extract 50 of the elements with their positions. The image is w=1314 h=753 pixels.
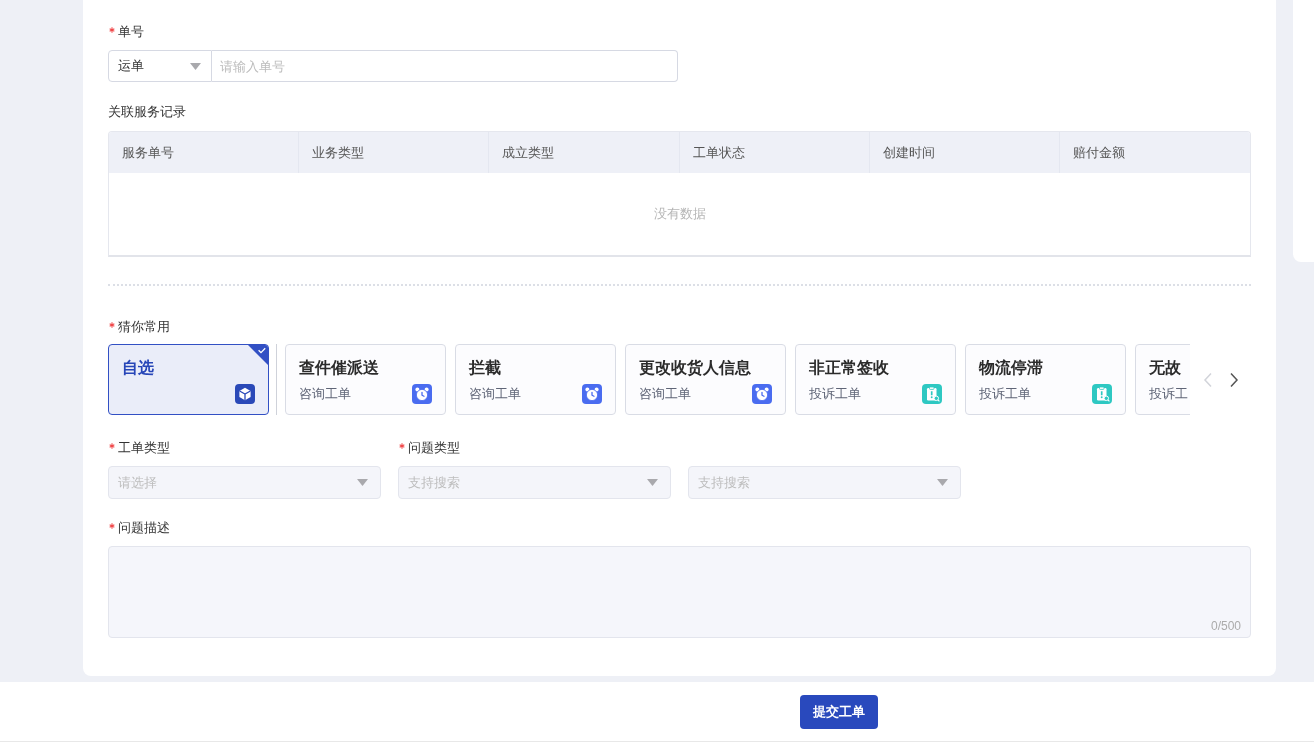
shortcut-card[interactable]: 更改收货人信息 咨询工单 xyxy=(625,344,786,415)
card-subtitle: 咨询工单 xyxy=(469,385,521,403)
card-subtitle: 咨询工单 xyxy=(639,385,691,403)
shortcut-card[interactable]: 查件催派送 咨询工单 xyxy=(285,344,446,415)
card-subtitle: 投诉工单 xyxy=(979,385,1031,403)
card-title: 拦截 xyxy=(469,358,502,378)
card-title: 物流停滞 xyxy=(979,358,1044,378)
shortcut-card[interactable]: 无故 投诉工 xyxy=(1135,344,1190,415)
field-label: 猜你常用 xyxy=(118,318,170,336)
card-subtitle: 咨询工单 xyxy=(299,385,351,403)
alarm-clock-icon xyxy=(752,384,772,404)
empty-table-message: 没有数据 xyxy=(653,205,706,224)
alarm-clock-icon xyxy=(412,384,432,404)
section-title: 关联服务记录 xyxy=(108,103,186,121)
description-field[interactable] xyxy=(108,546,1251,638)
field-label: 单号 xyxy=(118,23,144,41)
caret-icon xyxy=(190,62,201,70)
card-title: 查件催派送 xyxy=(299,358,380,378)
clipboard-alert-icon xyxy=(922,384,942,404)
card-subtitle: 投诉工 xyxy=(1149,385,1188,403)
shortcut-card[interactable]: 物流停滞 投诉工单 xyxy=(965,344,1126,415)
submit-button[interactable]: 提交工单 xyxy=(800,694,878,729)
card-title: 自选 xyxy=(122,358,155,378)
shortcut-card[interactable]: 拦截 咨询工单 xyxy=(455,344,616,415)
cube-icon xyxy=(235,384,255,404)
caret-icon xyxy=(647,479,658,486)
card-title: 无故 xyxy=(1149,358,1182,378)
field-label: 问题类型 xyxy=(408,439,460,457)
chevron-right-icon[interactable] xyxy=(1229,371,1239,388)
check-corner-icon xyxy=(248,345,268,365)
shortcut-card[interactable]: 非正常签收 投诉工单 xyxy=(795,344,956,415)
column-header: 赔付金额 xyxy=(1071,143,1126,162)
column-header: 业务类型 xyxy=(299,132,490,173)
card-title: 非正常签收 xyxy=(809,358,890,378)
alarm-clock-icon xyxy=(582,384,602,404)
column-header: 创建时间 xyxy=(869,132,1060,173)
shortcut-card[interactable]: 自选 xyxy=(108,344,269,415)
clipboard-alert-icon xyxy=(1092,384,1112,404)
column-header: 工单状态 xyxy=(679,132,870,173)
column-header: 成立类型 xyxy=(489,132,680,173)
waybill-type-select[interactable]: 运单 xyxy=(108,50,212,82)
card-subtitle: 投诉工单 xyxy=(809,385,861,403)
field-label: 工单类型 xyxy=(118,439,170,457)
field-label: 问题描述 xyxy=(118,519,170,537)
caret-icon xyxy=(357,479,368,486)
waybill-number-input[interactable]: 请输入单号 xyxy=(212,50,678,82)
character-counter: 0/500 xyxy=(1210,618,1241,635)
card-title: 更改收货人信息 xyxy=(639,358,752,379)
column-header: 服务单号 xyxy=(109,132,300,173)
caret-icon xyxy=(937,479,948,486)
